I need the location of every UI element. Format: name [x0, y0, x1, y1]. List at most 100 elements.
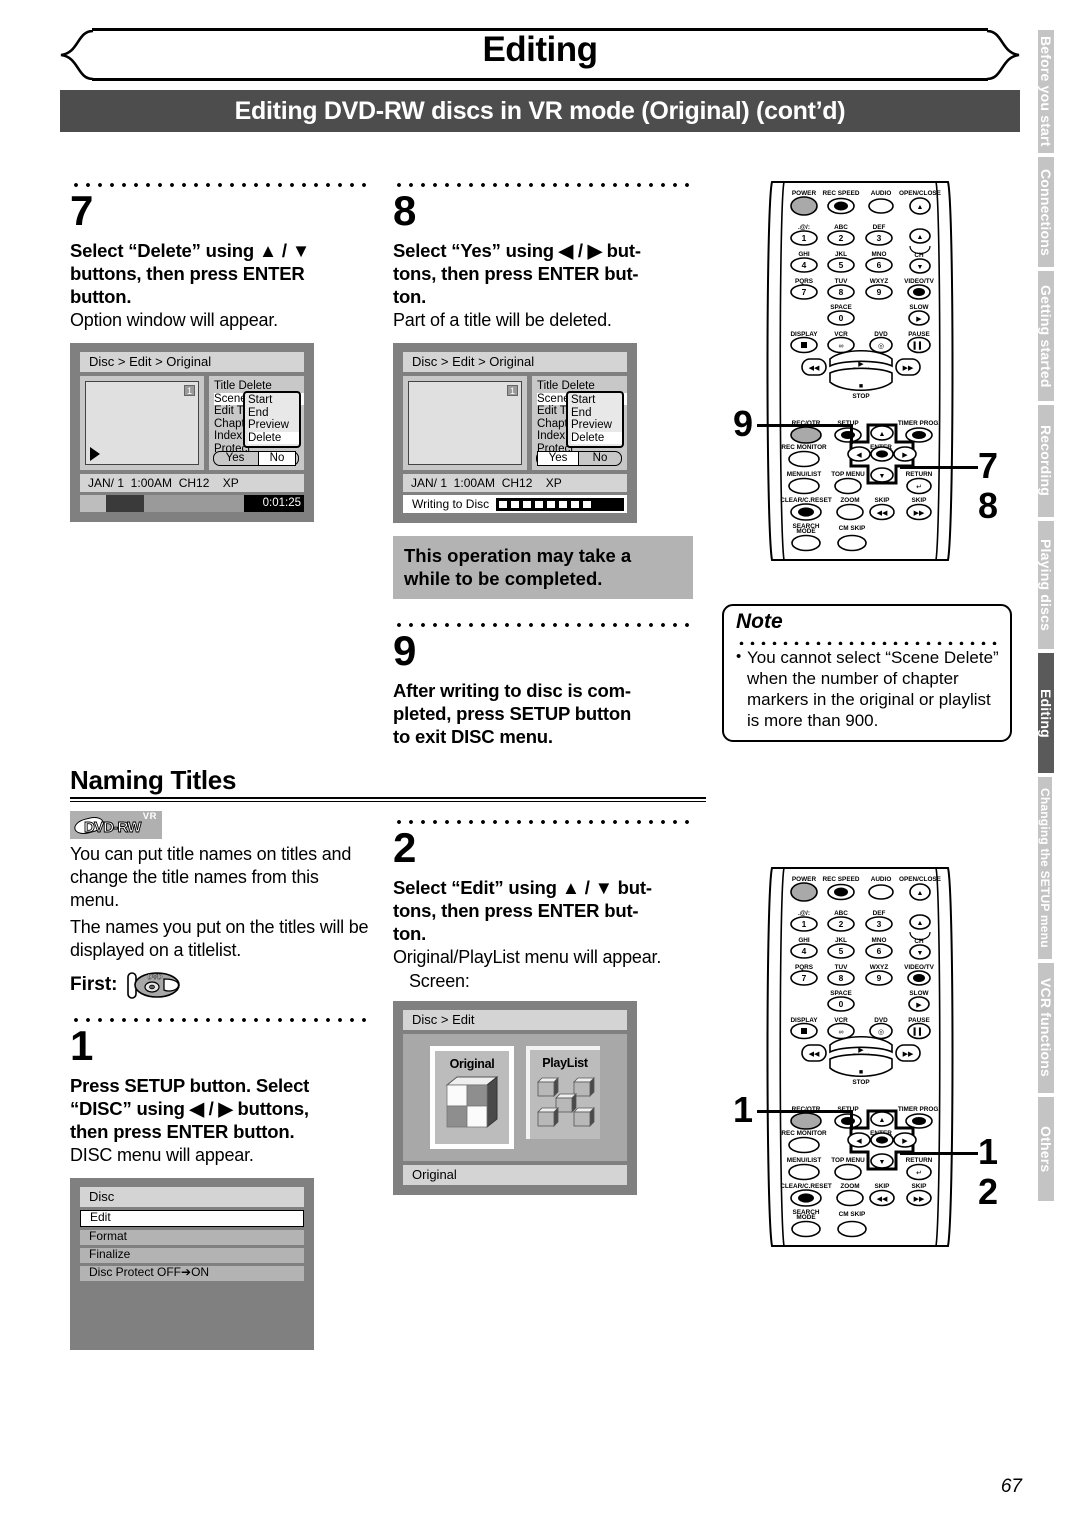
- popup-item[interactable]: Start: [248, 394, 299, 407]
- svg-text:ABC: ABC: [834, 910, 848, 917]
- remote-label-clear-reset: CLEAR/C.RESET: [780, 497, 832, 504]
- disc-menu-item-edit[interactable]: Edit: [80, 1210, 304, 1227]
- popup-item[interactable]: Preview: [571, 419, 622, 432]
- step-body: Option window will appear.: [70, 310, 278, 330]
- popup-item[interactable]: End: [571, 407, 622, 420]
- svg-text:↵: ↵: [916, 484, 922, 491]
- tab-label: Before you start: [1038, 36, 1054, 147]
- svg-text:▶▶: ▶▶: [903, 1051, 914, 1058]
- svg-text:SLOW: SLOW: [909, 990, 929, 997]
- screen-title: Disc: [80, 1187, 304, 1207]
- popup-item[interactable]: Preview: [248, 419, 299, 432]
- note-heading: Note: [736, 610, 783, 633]
- svg-text:▶: ▶: [902, 1138, 908, 1145]
- tab-playing-discs[interactable]: Playing discs: [1038, 521, 1054, 649]
- title-banner: Editing: [60, 26, 1020, 84]
- yes-no-bar: Yes No: [213, 451, 299, 466]
- remote-label-timer-prog: TIMER PROG.: [898, 420, 940, 427]
- step-number: 1: [70, 1022, 94, 1069]
- svg-text:5: 5: [839, 946, 844, 956]
- tab-vcr-functions[interactable]: VCR functions: [1038, 963, 1054, 1093]
- dotted-rule: [393, 175, 693, 187]
- tab-before-you-start[interactable]: Before you start: [1038, 30, 1054, 153]
- screen-thumbnail: 1: [85, 381, 199, 465]
- screen-menu-panel: Title Delete Scene Edit Tit Chapte Index…: [532, 376, 627, 470]
- svg-text:ZOOM: ZOOM: [840, 1183, 859, 1190]
- step-8: 8 Select “Yes” using ◀ / ▶ but- tons, th…: [393, 175, 693, 599]
- logo-text: DVD-RW: [84, 819, 142, 837]
- tab-others[interactable]: Others: [1038, 1097, 1054, 1201]
- tab-label: Editing: [1038, 688, 1054, 738]
- screen-footer: Original: [403, 1165, 627, 1185]
- svg-text:▲: ▲: [917, 920, 924, 927]
- divider: [70, 797, 706, 799]
- svg-text:◎: ◎: [878, 343, 884, 350]
- svg-text:▼: ▼: [879, 1159, 886, 1166]
- step-title-line: tons, then press ENTER but-: [393, 900, 639, 921]
- scene-popup-menu: Start End Preview Delete: [566, 391, 624, 449]
- popup-item-selected[interactable]: Delete: [248, 431, 299, 445]
- disc-menu-item-disc-protect[interactable]: Disc Protect OFF➔ON: [80, 1266, 304, 1281]
- callout-bottom-1: 1: [733, 1089, 754, 1130]
- step-number: 9: [393, 627, 417, 674]
- option-playlist-label: PlayList: [542, 1056, 588, 1070]
- svg-text:4: 4: [802, 260, 807, 270]
- popup-item[interactable]: End: [248, 407, 299, 420]
- svg-text:3: 3: [877, 919, 882, 929]
- remote-button-top-menu: [834, 1163, 862, 1181]
- step-title: After writing to disc is com- pleted, pr…: [393, 679, 693, 748]
- svg-text:◀◀: ◀◀: [809, 1051, 820, 1058]
- option-playlist[interactable]: PlayList: [526, 1046, 600, 1149]
- svg-text:1: 1: [802, 233, 807, 243]
- remote-button-cm-skip: [837, 534, 867, 552]
- svg-text:MNO: MNO: [872, 937, 887, 944]
- popup-item[interactable]: Start: [571, 394, 622, 407]
- svg-text:SKIP: SKIP: [875, 1183, 891, 1190]
- svg-text:▲: ▲: [879, 1117, 886, 1124]
- tab-connections[interactable]: Connections: [1038, 157, 1054, 267]
- svg-text:OPEN/CLOSE: OPEN/CLOSE: [899, 876, 942, 883]
- svg-text:∞: ∞: [839, 1029, 844, 1036]
- callout-line: [850, 424, 853, 444]
- screen-mockup-disc-menu: Disc Edit Format Finalize Disc Protect O…: [70, 1178, 314, 1350]
- svg-text:◀◀: ◀◀: [877, 510, 888, 517]
- step-title-line: tons, then press ENTER but-: [393, 263, 639, 284]
- tab-getting-started[interactable]: Getting started: [1038, 271, 1054, 401]
- screen-mockup-delete: Disc > Edit > Original 1 Title Delete Sc…: [70, 343, 314, 522]
- step-title-line: ton.: [393, 923, 427, 944]
- step-title-line: Select “Yes” using ◀ / ▶ but-: [393, 240, 641, 261]
- step-title-line: Select “Delete” using ▲ / ▼: [70, 240, 310, 261]
- svg-text:MENU/LIST: MENU/LIST: [787, 1157, 822, 1164]
- disc-menu-item-finalize[interactable]: Finalize: [80, 1248, 304, 1263]
- svg-text:▼: ▼: [917, 264, 924, 271]
- tab-changing-setup-menu[interactable]: Changing the SETUP menu: [1038, 777, 1052, 959]
- tab-recording[interactable]: Recording: [1038, 405, 1054, 517]
- step-title-line: ton.: [393, 286, 427, 307]
- no-button[interactable]: No: [258, 451, 296, 466]
- svg-text:↵: ↵: [916, 1170, 922, 1177]
- option-original[interactable]: Original: [430, 1046, 514, 1149]
- screen-mockup-original-playlist: Disc > Edit Original PlayList Original: [393, 1001, 637, 1195]
- step-title: Press SETUP button. Select “DISC” using …: [70, 1074, 370, 1143]
- step-body-screen-label: Screen:: [409, 971, 470, 991]
- tab-label: Getting started: [1038, 284, 1054, 388]
- remote-button-zoom: [836, 503, 864, 521]
- svg-text:SKIP: SKIP: [912, 1183, 928, 1190]
- popup-item-selected[interactable]: Delete: [571, 431, 622, 445]
- svg-text:3: 3: [877, 233, 882, 243]
- section-title-bar: Editing DVD-RW discs in VR mode (Origina…: [60, 90, 1020, 132]
- dotted-rule: [393, 812, 693, 824]
- remote-label-power: POWER: [792, 190, 817, 197]
- svg-text:▲: ▲: [917, 890, 924, 897]
- note-dotted-rule: [736, 634, 1000, 645]
- tab-editing[interactable]: Editing: [1038, 653, 1054, 773]
- svg-text:▼: ▼: [917, 950, 924, 957]
- disc-menu-item-format[interactable]: Format: [80, 1230, 304, 1245]
- dvd-disc-icon: DVD: [126, 970, 184, 1000]
- svg-text:REC MONITOR: REC MONITOR: [781, 1130, 827, 1137]
- no-button[interactable]: No: [581, 452, 619, 465]
- callout-8: 8: [978, 485, 999, 526]
- yes-button[interactable]: Yes: [537, 451, 579, 466]
- yes-button[interactable]: Yes: [214, 452, 256, 465]
- step-body: Part of a title will be deleted.: [393, 310, 612, 330]
